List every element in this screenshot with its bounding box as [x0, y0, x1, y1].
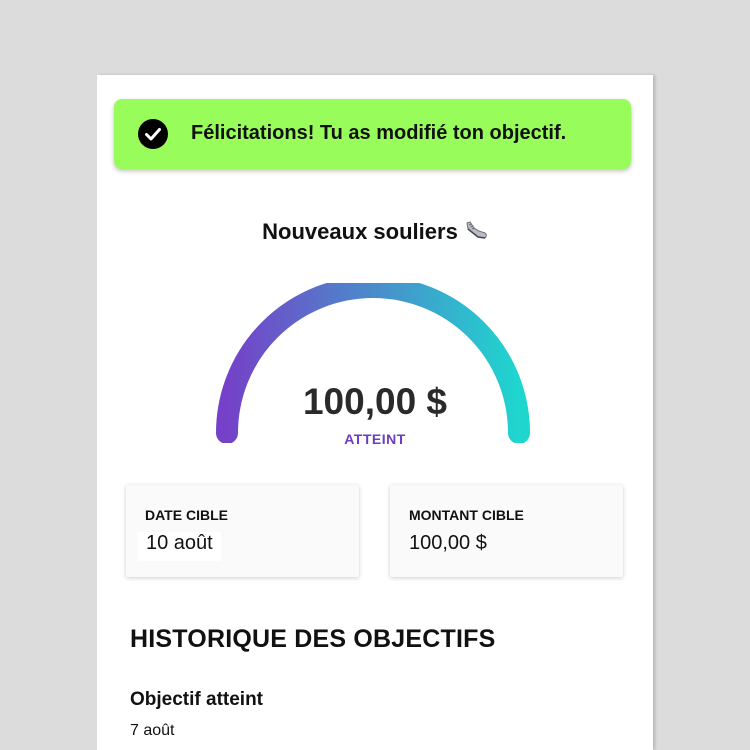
- check-circle-icon: [138, 119, 168, 149]
- history-item-title: Objectif atteint: [130, 689, 264, 710]
- goal-title-row: Nouveaux souliers: [97, 219, 653, 247]
- goal-amount: 100,00 $: [302, 381, 448, 422]
- target-amount-value: 100,00 $: [409, 532, 487, 554]
- target-date-card: DATE CIBLE 10 août: [126, 485, 359, 577]
- target-date-value: 10 août: [138, 532, 221, 561]
- toast-message: Félicitations! Tu as modifié ton objecti…: [191, 122, 567, 144]
- app-screen: Félicitations! Tu as modifié ton objecti…: [97, 75, 653, 750]
- target-amount-label: MONTANT CIBLE: [409, 507, 524, 523]
- target-date-label: DATE CIBLE: [145, 507, 228, 523]
- history-item-date: 7 août: [130, 722, 175, 739]
- success-toast[interactable]: Félicitations! Tu as modifié ton objecti…: [114, 99, 631, 169]
- sneaker-icon: [464, 219, 488, 247]
- goal-title: Nouveaux souliers: [262, 219, 458, 244]
- goal-status: ATTEINT: [344, 431, 406, 447]
- target-amount-card: MONTANT CIBLE 100,00 $: [390, 485, 623, 577]
- history-title: HISTORIQUE DES OBJECTIFS: [130, 625, 496, 653]
